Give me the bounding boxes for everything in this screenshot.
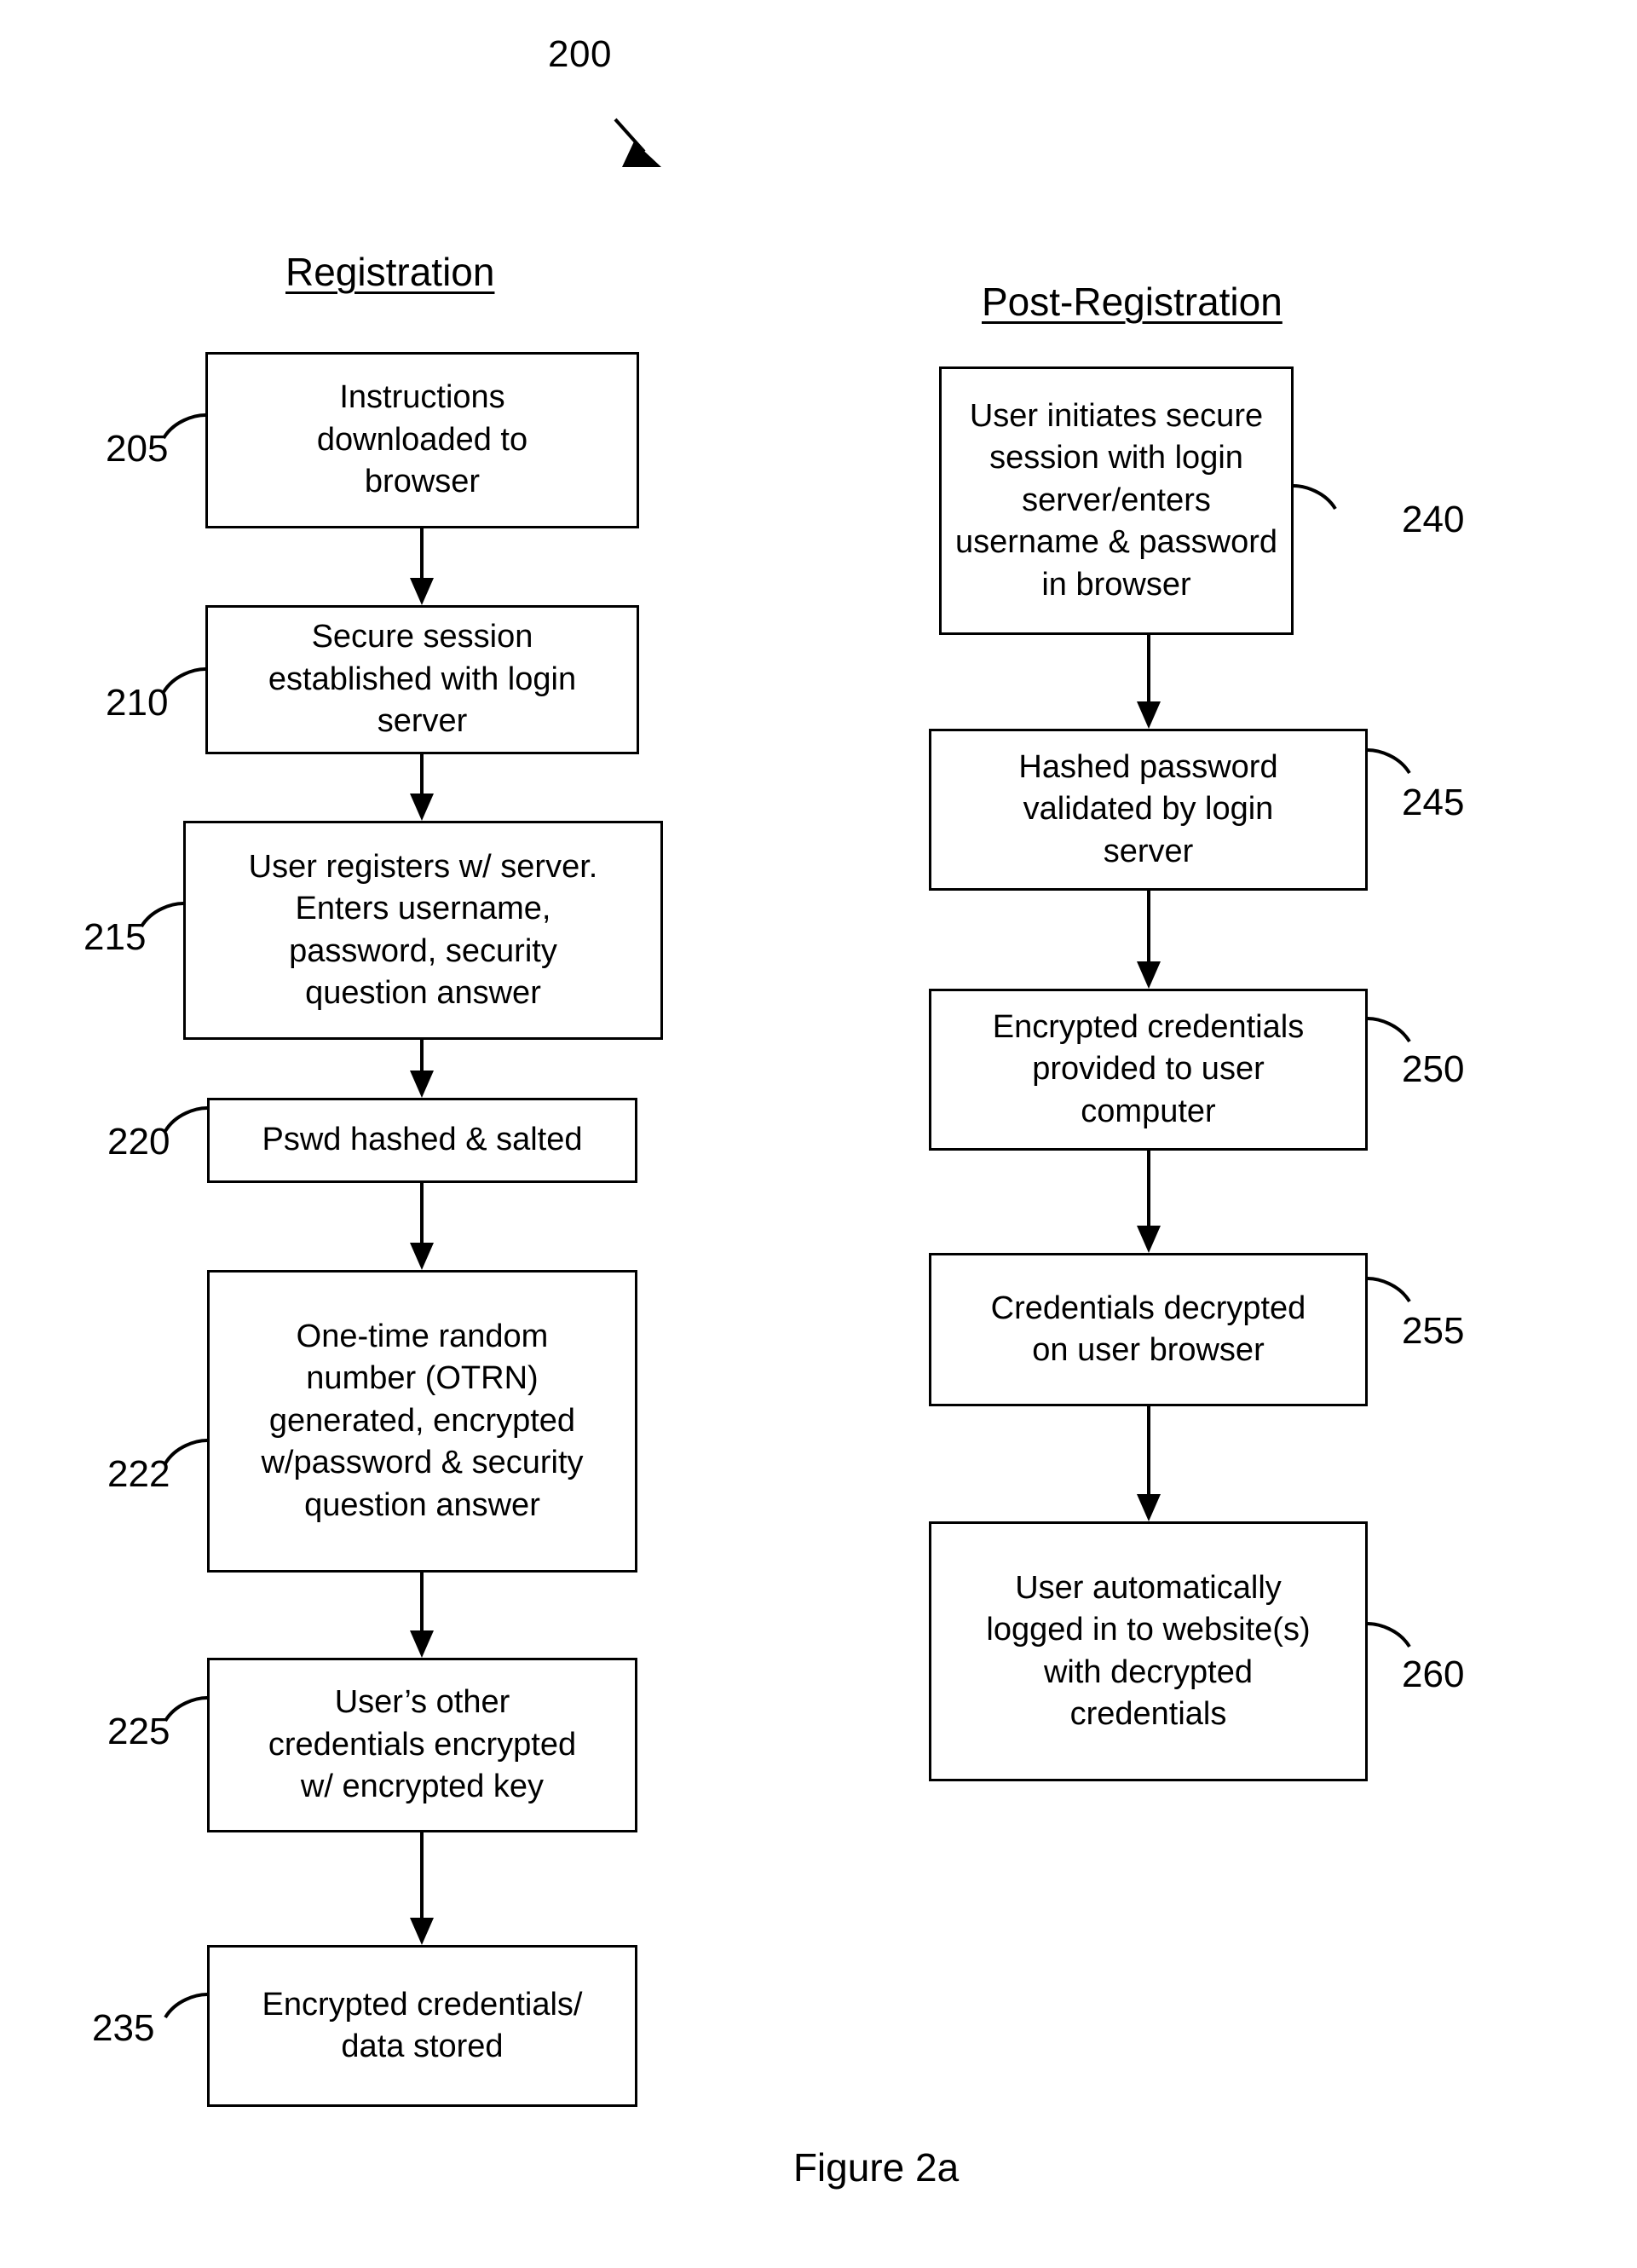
flow-step-box-250: Encrypted credentials provided to user c… <box>929 989 1368 1151</box>
flow-step-box-245: Hashed password validated by login serve… <box>929 729 1368 891</box>
flow-arrow-245-250 <box>1137 891 1161 989</box>
reference-numeral-235: 235 <box>92 2007 155 2049</box>
reference-numeral-210: 210 <box>106 682 169 724</box>
leader-hook-235 <box>164 1993 208 2019</box>
leader-hook-215 <box>140 902 184 928</box>
leader-hook-205 <box>162 413 206 440</box>
leader-hook-220 <box>164 1106 208 1133</box>
flow-step-box-222: One-time random number (OTRN) generated,… <box>207 1270 637 1573</box>
figure-number-200: 200 <box>548 33 612 75</box>
leader-hook-245 <box>1367 748 1411 775</box>
leader-hook-225 <box>164 1696 208 1723</box>
flow-step-box-225: User’s other credentials encrypted w/ en… <box>207 1658 637 1832</box>
reference-numeral-205: 205 <box>106 428 169 470</box>
reference-numeral-215: 215 <box>84 916 147 958</box>
reference-numeral-255: 255 <box>1402 1310 1465 1352</box>
flow-arrow-210-215 <box>410 754 434 821</box>
flow-step-box-255: Credentials decrypted on user browser <box>929 1253 1368 1406</box>
flow-step-box-220: Pswd hashed & salted <box>207 1098 637 1183</box>
flow-step-box-215: User registers w/ server. Enters usernam… <box>183 821 663 1040</box>
reference-numeral-220: 220 <box>107 1121 170 1163</box>
flow-arrow-225-235 <box>410 1832 434 1945</box>
registration-column-heading: Registration <box>285 250 495 294</box>
leader-hook-255 <box>1367 1277 1411 1303</box>
flow-arrow-205-210 <box>410 528 434 605</box>
reference-numeral-225: 225 <box>107 1711 170 1752</box>
flow-step-box-205: Instructions downloaded to browser <box>205 352 639 528</box>
leader-hook-240 <box>1293 484 1337 511</box>
flow-step-box-260: User automatically logged in to website(… <box>929 1521 1368 1781</box>
figure-caption-text: Figure 2a <box>793 2145 960 2190</box>
reference-numeral-245: 245 <box>1402 782 1465 823</box>
reference-numeral-250: 250 <box>1402 1048 1465 1090</box>
leader-hook-210 <box>162 667 206 694</box>
flow-arrow-240-245 <box>1137 635 1161 729</box>
patent-figure-page: 200 Registration Instructions downloaded… <box>0 0 1637 2268</box>
flow-step-box-240: User initiates secure session with login… <box>939 366 1294 635</box>
flow-step-box-210: Secure session established with login se… <box>205 605 639 754</box>
flow-step-box-235: Encrypted credentials/ data stored <box>207 1945 637 2107</box>
flow-arrow-222-225 <box>410 1573 434 1658</box>
reference-numeral-222: 222 <box>107 1453 170 1495</box>
flow-arrow-250-255 <box>1137 1151 1161 1253</box>
figure-caption-container: Figure 2a <box>0 2148 1637 2187</box>
leader-hook-222 <box>164 1439 208 1465</box>
figure-pointer-arrow <box>614 118 661 167</box>
flow-arrow-220-222 <box>410 1183 434 1270</box>
post-registration-column-heading: Post-Registration <box>982 280 1283 324</box>
leader-hook-260 <box>1367 1622 1411 1648</box>
flow-arrow-255-260 <box>1137 1406 1161 1521</box>
reference-numeral-240: 240 <box>1402 499 1465 540</box>
flow-arrow-215-220 <box>410 1040 434 1098</box>
reference-numeral-260: 260 <box>1402 1653 1465 1695</box>
leader-hook-250 <box>1367 1017 1411 1043</box>
